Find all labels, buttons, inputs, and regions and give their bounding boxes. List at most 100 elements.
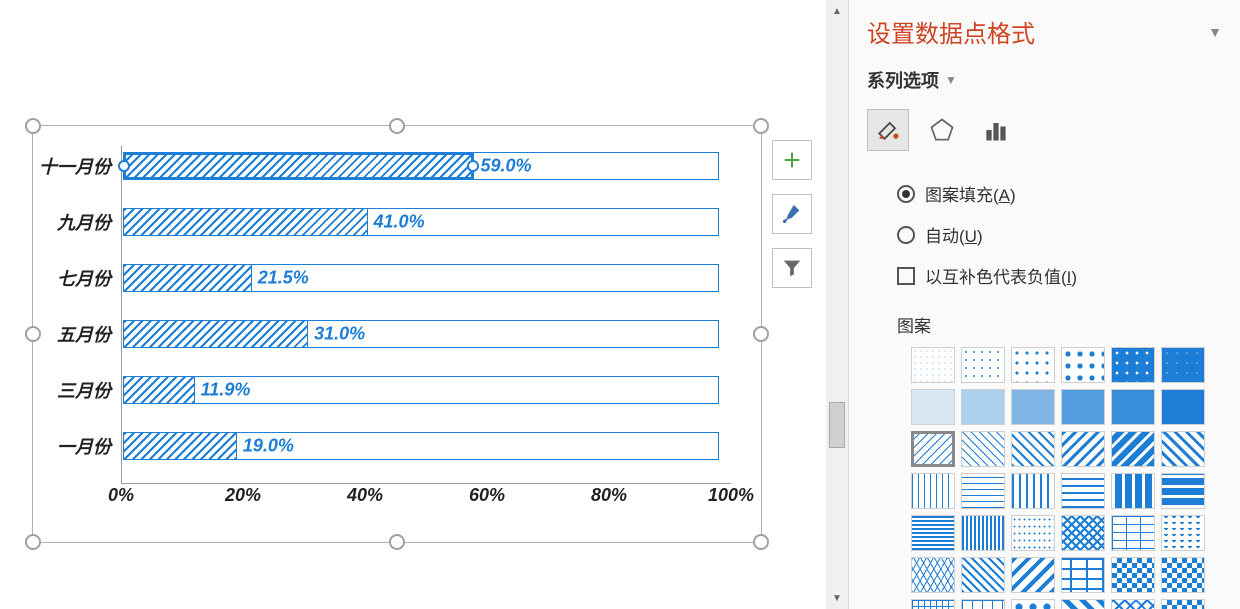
resize-handle-top-left[interactable] [25, 118, 41, 134]
pattern-swatch[interactable] [911, 389, 955, 425]
pattern-swatch[interactable] [1111, 473, 1155, 509]
radio-text: 图案填充 [925, 186, 993, 205]
brush-icon [781, 203, 803, 225]
pattern-swatch[interactable] [1061, 599, 1105, 609]
data-row: 十一月份 59.0% [121, 146, 731, 186]
radio-label: 图案填充(A) [925, 181, 1016, 206]
pattern-swatch[interactable] [1111, 599, 1155, 609]
bar-track: 31.0% [123, 320, 719, 348]
data-bar[interactable] [124, 377, 195, 403]
pane-title-row: 设置数据点格式 ▼ [867, 14, 1222, 49]
scrollbar-track[interactable] [826, 22, 848, 587]
pattern-swatch[interactable] [1161, 473, 1205, 509]
data-label: 11.9% [201, 380, 251, 401]
category-label: 九月份 [31, 209, 111, 235]
pattern-swatch[interactable] [1111, 347, 1155, 383]
data-bar[interactable] [124, 265, 252, 291]
category-label: 一月份 [31, 433, 111, 459]
pattern-swatch[interactable] [961, 431, 1005, 467]
paint-bucket-icon [874, 116, 902, 144]
chart-filter-button[interactable] [772, 248, 812, 288]
scrollbar-thumb[interactable] [829, 402, 845, 448]
pattern-swatch-selected[interactable] [911, 431, 955, 467]
radio-icon [897, 185, 915, 203]
pattern-swatch[interactable] [911, 473, 955, 509]
series-options-dropdown[interactable]: 系列选项 ▼ [867, 67, 1222, 93]
pattern-swatch[interactable] [1111, 431, 1155, 467]
funnel-icon [781, 257, 803, 279]
pattern-swatch[interactable] [1161, 599, 1205, 609]
pattern-swatch[interactable] [911, 557, 955, 593]
resize-handle-bottom-middle[interactable] [389, 534, 405, 550]
pattern-swatch[interactable] [1061, 557, 1105, 593]
x-tick-label: 20% [225, 485, 261, 506]
bar-track: 41.0% [123, 208, 719, 236]
pattern-swatch[interactable] [961, 473, 1005, 509]
pattern-swatch[interactable] [961, 389, 1005, 425]
tab-fill-and-line[interactable] [867, 109, 909, 151]
data-bar[interactable] [124, 433, 237, 459]
pattern-swatch[interactable] [961, 515, 1005, 551]
pattern-swatch[interactable] [1111, 515, 1155, 551]
pattern-swatch[interactable] [1161, 347, 1205, 383]
chevron-down-icon: ▼ [945, 73, 957, 87]
pattern-swatch[interactable] [1011, 473, 1055, 509]
pattern-swatch[interactable] [1161, 431, 1205, 467]
pattern-swatch[interactable] [1011, 347, 1055, 383]
pattern-swatch[interactable] [911, 515, 955, 551]
chart-styles-button[interactable] [772, 194, 812, 234]
scroll-up-arrow-icon[interactable]: ▲ [826, 0, 848, 22]
pattern-swatch[interactable] [1061, 389, 1105, 425]
resize-handle-top-right[interactable] [753, 118, 769, 134]
pattern-swatch[interactable] [1011, 515, 1055, 551]
x-axis [121, 483, 731, 484]
category-label: 五月份 [31, 321, 111, 347]
pattern-swatch[interactable] [1111, 557, 1155, 593]
radio-pattern-fill[interactable]: 图案填充(A) [897, 181, 1222, 206]
chart-selection-frame[interactable]: 十一月份 59.0% 九月份 41.0% 七月份 [32, 125, 762, 543]
pattern-swatch[interactable] [1111, 389, 1155, 425]
chart-add-element-button[interactable] [772, 140, 812, 180]
pattern-swatch[interactable] [1061, 515, 1105, 551]
radio-auto-fill[interactable]: 自动(U) [897, 222, 1222, 247]
data-bar[interactable] [124, 321, 308, 347]
pattern-swatch[interactable] [961, 599, 1005, 609]
pattern-swatch[interactable] [1161, 389, 1205, 425]
pattern-swatch[interactable] [1061, 347, 1105, 383]
checkbox-invert-negatives[interactable]: 以互补色代表负值(I) [897, 263, 1222, 288]
data-label: 21.5% [258, 268, 309, 289]
data-point-handle-right[interactable] [467, 160, 479, 172]
data-bar-selected[interactable] [124, 153, 474, 179]
pane-options-dropdown[interactable]: ▼ [1208, 24, 1222, 40]
pattern-swatch[interactable] [1011, 389, 1055, 425]
resize-handle-bottom-left[interactable] [25, 534, 41, 550]
data-point-handle-left[interactable] [118, 160, 130, 172]
pattern-swatch[interactable] [1061, 473, 1105, 509]
tab-effects[interactable] [921, 109, 963, 151]
data-bar[interactable] [124, 209, 368, 235]
pentagon-icon [928, 116, 956, 144]
pattern-swatch[interactable] [1011, 557, 1055, 593]
data-row: 三月份 11.9% [121, 370, 731, 410]
vertical-scrollbar[interactable]: ▲ ▼ [826, 0, 848, 609]
scroll-down-arrow-icon[interactable]: ▼ [826, 587, 848, 609]
radio-text: 自动 [925, 227, 959, 246]
pattern-swatch[interactable] [961, 347, 1005, 383]
data-label: 59.0% [480, 156, 531, 177]
tab-series-options[interactable] [975, 109, 1017, 151]
pattern-swatch[interactable] [911, 347, 955, 383]
pattern-swatch[interactable] [961, 557, 1005, 593]
resize-handle-top-middle[interactable] [389, 118, 405, 134]
pattern-swatch[interactable] [1011, 431, 1055, 467]
pattern-swatch[interactable] [1161, 515, 1205, 551]
pattern-swatch[interactable] [911, 599, 955, 609]
pattern-swatch[interactable] [1161, 557, 1205, 593]
pattern-swatch[interactable] [1061, 431, 1105, 467]
data-row: 九月份 41.0% [121, 202, 731, 242]
resize-handle-middle-right[interactable] [753, 326, 769, 342]
plot-area[interactable]: 十一月份 59.0% 九月份 41.0% 七月份 [121, 146, 731, 506]
pattern-swatch[interactable] [1011, 599, 1055, 609]
resize-handle-bottom-right[interactable] [753, 534, 769, 550]
radio-label: 自动(U) [925, 222, 983, 247]
data-label: 19.0% [243, 436, 294, 457]
